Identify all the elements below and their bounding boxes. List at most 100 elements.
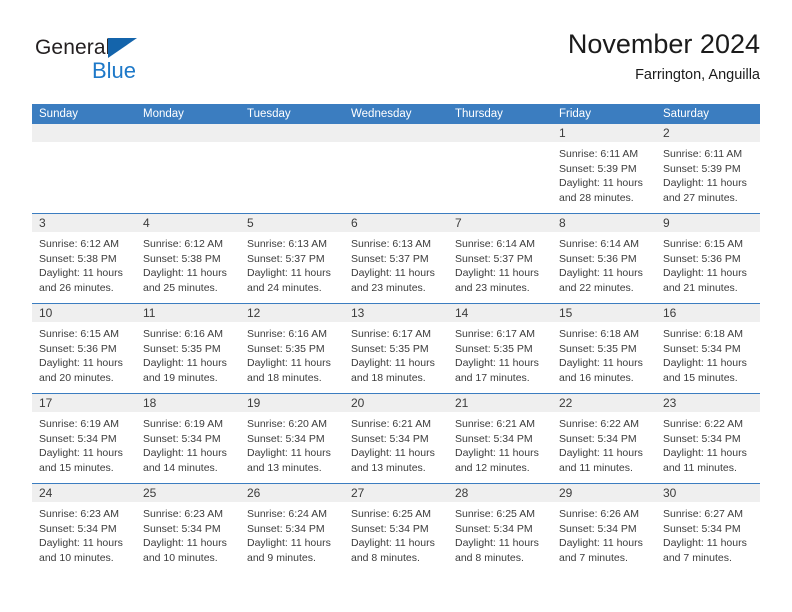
- day-cell[interactable]: 16 Sunrise: 6:18 AM Sunset: 5:34 PM Dayligh…: [656, 304, 760, 393]
- day-cell[interactable]: 2 Sunrise: 6:11 AM Sunset: 5:39 PM Daylight…: [656, 124, 760, 213]
- daylight-text-line2: and 24 minutes.: [247, 281, 322, 294]
- day-number: 18: [143, 396, 157, 410]
- day-number-band: 10: [32, 304, 136, 323]
- daylight-text-line2: and 8 minutes.: [351, 551, 420, 564]
- sunrise-text: Sunrise: 6:22 AM: [559, 418, 639, 430]
- sunset-text: Sunset: 5:34 PM: [559, 432, 637, 445]
- sunset-text: Sunset: 5:34 PM: [559, 522, 637, 535]
- day-cell[interactable]: 26 Sunrise: 6:24 AM Sunset: 5:34 PM Dayligh…: [240, 484, 344, 573]
- day-cell[interactable]: 21 Sunrise: 6:21 AM Sunset: 5:34 PM Dayligh…: [448, 394, 552, 483]
- day-number-band: 5: [240, 214, 344, 233]
- day-cell[interactable]: 24 Sunrise: 6:23 AM Sunset: 5:34 PM Dayligh…: [32, 484, 136, 573]
- day-cell[interactable]: 14 Sunrise: 6:17 AM Sunset: 5:35 PM Dayligh…: [448, 304, 552, 393]
- daylight-text-line2: and 15 minutes.: [39, 461, 114, 474]
- day-cell[interactable]: 22 Sunrise: 6:22 AM Sunset: 5:34 PM Dayligh…: [552, 394, 656, 483]
- sunrise-text: Sunrise: 6:22 AM: [663, 418, 743, 430]
- day-cell[interactable]: 5 Sunrise: 6:13 AM Sunset: 5:37 PM Daylight…: [240, 214, 344, 303]
- sunset-text: Sunset: 5:34 PM: [455, 432, 533, 445]
- sunrise-text: Sunrise: 6:12 AM: [143, 238, 223, 250]
- sunrise-text: Sunrise: 6:18 AM: [663, 328, 743, 340]
- day-cell-empty: [136, 124, 240, 213]
- day-cell[interactable]: 6 Sunrise: 6:13 AM Sunset: 5:37 PM Daylight…: [344, 214, 448, 303]
- day-details: Sunrise: 6:15 AM Sunset: 5:36 PM Daylight:…: [656, 233, 760, 295]
- day-cell[interactable]: 12 Sunrise: 6:16 AM Sunset: 5:35 PM Dayligh…: [240, 304, 344, 393]
- general-blue-logo[interactable]: General Blue: [32, 32, 232, 90]
- weekday-header-saturday: Saturday: [663, 108, 710, 120]
- day-number: 10: [39, 306, 53, 320]
- day-details: Sunrise: 6:12 AM Sunset: 5:38 PM Daylight:…: [32, 233, 136, 295]
- day-number-band: 23: [656, 394, 760, 413]
- sunset-text: Sunset: 5:37 PM: [351, 252, 429, 265]
- daylight-text-line1: Daylight: 11 hours: [663, 267, 747, 280]
- daylight-text-line1: Daylight: 11 hours: [663, 447, 747, 460]
- day-cell[interactable]: 23 Sunrise: 6:22 AM Sunset: 5:34 PM Dayligh…: [656, 394, 760, 483]
- day-cell[interactable]: 17 Sunrise: 6:19 AM Sunset: 5:34 PM Dayligh…: [32, 394, 136, 483]
- daylight-text-line2: and 13 minutes.: [247, 461, 322, 474]
- day-number-band: 19: [240, 394, 344, 413]
- daylight-text-line2: and 9 minutes.: [247, 551, 316, 564]
- calendar-grid: Sunday Monday Tuesday Wednesday Thursday Frid…: [32, 104, 760, 573]
- daylight-text-line1: Daylight: 11 hours: [247, 357, 331, 370]
- day-cell[interactable]: 7 Sunrise: 6:14 AM Sunset: 5:37 PM Daylight…: [448, 214, 552, 303]
- day-number-band: 25: [136, 484, 240, 503]
- calendar-weeks: 1 Sunrise: 6:11 AM Sunset: 5:39 PM Daylight…: [32, 124, 760, 573]
- day-number: 2: [663, 126, 670, 140]
- day-number: 13: [351, 306, 365, 320]
- daylight-text-line1: Daylight: 11 hours: [39, 537, 123, 550]
- day-cell[interactable]: 15 Sunrise: 6:18 AM Sunset: 5:35 PM Dayligh…: [552, 304, 656, 393]
- title-block: November 2024 Farrington, Anguilla: [568, 28, 760, 84]
- daylight-text-line1: Daylight: 11 hours: [351, 267, 435, 280]
- daylight-text-line1: Daylight: 11 hours: [143, 357, 227, 370]
- day-cell[interactable]: 4 Sunrise: 6:12 AM Sunset: 5:38 PM Daylight…: [136, 214, 240, 303]
- day-number: 22: [559, 396, 573, 410]
- daylight-text-line1: Daylight: 11 hours: [39, 447, 123, 460]
- day-cell[interactable]: 28 Sunrise: 6:25 AM Sunset: 5:34 PM Dayligh…: [448, 484, 552, 573]
- day-details: Sunrise: 6:13 AM Sunset: 5:37 PM Daylight:…: [240, 233, 344, 295]
- day-cell[interactable]: 20 Sunrise: 6:21 AM Sunset: 5:34 PM Dayligh…: [344, 394, 448, 483]
- day-cell[interactable]: 11 Sunrise: 6:16 AM Sunset: 5:35 PM Dayligh…: [136, 304, 240, 393]
- day-details: Sunrise: 6:12 AM Sunset: 5:38 PM Daylight:…: [136, 233, 240, 295]
- daylight-text-line1: Daylight: 11 hours: [559, 447, 643, 460]
- day-number-band: 13: [344, 304, 448, 323]
- day-cell[interactable]: 29 Sunrise: 6:26 AM Sunset: 5:34 PM Dayligh…: [552, 484, 656, 573]
- day-cell[interactable]: 30 Sunrise: 6:27 AM Sunset: 5:34 PM Dayligh…: [656, 484, 760, 573]
- sunset-text: Sunset: 5:34 PM: [351, 432, 429, 445]
- day-number-band: 24: [32, 484, 136, 503]
- daylight-text-line2: and 14 minutes.: [143, 461, 218, 474]
- daylight-text-line2: and 7 minutes.: [663, 551, 732, 564]
- day-details: Sunrise: 6:13 AM Sunset: 5:37 PM Daylight:…: [344, 233, 448, 295]
- day-number-band: 30: [656, 484, 760, 503]
- day-number-band: [448, 124, 552, 143]
- daylight-text-line2: and 15 minutes.: [663, 371, 738, 384]
- sunrise-text: Sunrise: 6:14 AM: [455, 238, 535, 250]
- day-number: 11: [143, 306, 156, 320]
- sunset-text: Sunset: 5:35 PM: [455, 342, 533, 355]
- daylight-text-line2: and 23 minutes.: [351, 281, 426, 294]
- day-cell[interactable]: 1 Sunrise: 6:11 AM Sunset: 5:39 PM Daylight…: [552, 124, 656, 213]
- day-number-band: 27: [344, 484, 448, 503]
- calendar-week-row: 3 Sunrise: 6:12 AM Sunset: 5:38 PM Daylight…: [32, 213, 760, 303]
- day-cell[interactable]: 18 Sunrise: 6:19 AM Sunset: 5:34 PM Dayligh…: [136, 394, 240, 483]
- day-details: Sunrise: 6:21 AM Sunset: 5:34 PM Daylight:…: [344, 413, 448, 475]
- day-number-band: 3: [32, 214, 136, 233]
- sunrise-text: Sunrise: 6:27 AM: [663, 508, 743, 520]
- day-cell[interactable]: 13 Sunrise: 6:17 AM Sunset: 5:35 PM Dayligh…: [344, 304, 448, 393]
- day-cell[interactable]: 10 Sunrise: 6:15 AM Sunset: 5:36 PM Dayligh…: [32, 304, 136, 393]
- daylight-text-line1: Daylight: 11 hours: [663, 357, 747, 370]
- daylight-text-line1: Daylight: 11 hours: [455, 357, 539, 370]
- day-cell[interactable]: 3 Sunrise: 6:12 AM Sunset: 5:38 PM Daylight…: [32, 214, 136, 303]
- day-number-band: [32, 124, 136, 143]
- day-cell[interactable]: 9 Sunrise: 6:15 AM Sunset: 5:36 PM Daylight…: [656, 214, 760, 303]
- day-number-band: 18: [136, 394, 240, 413]
- day-number-band: 11: [136, 304, 240, 323]
- day-cell[interactable]: 19 Sunrise: 6:20 AM Sunset: 5:34 PM Dayligh…: [240, 394, 344, 483]
- logo-text-blue: Blue: [92, 58, 137, 83]
- blue-triangle-icon: [108, 38, 137, 58]
- daylight-text-line2: and 25 minutes.: [143, 281, 218, 294]
- day-details: Sunrise: 6:23 AM Sunset: 5:34 PM Daylight:…: [136, 503, 240, 565]
- day-details: Sunrise: 6:18 AM Sunset: 5:35 PM Daylight:…: [552, 323, 656, 385]
- day-cell[interactable]: 8 Sunrise: 6:14 AM Sunset: 5:36 PM Daylight…: [552, 214, 656, 303]
- daylight-text-line1: Daylight: 11 hours: [351, 537, 435, 550]
- day-cell[interactable]: 25 Sunrise: 6:23 AM Sunset: 5:34 PM Dayligh…: [136, 484, 240, 573]
- day-cell[interactable]: 27 Sunrise: 6:25 AM Sunset: 5:34 PM Dayligh…: [344, 484, 448, 573]
